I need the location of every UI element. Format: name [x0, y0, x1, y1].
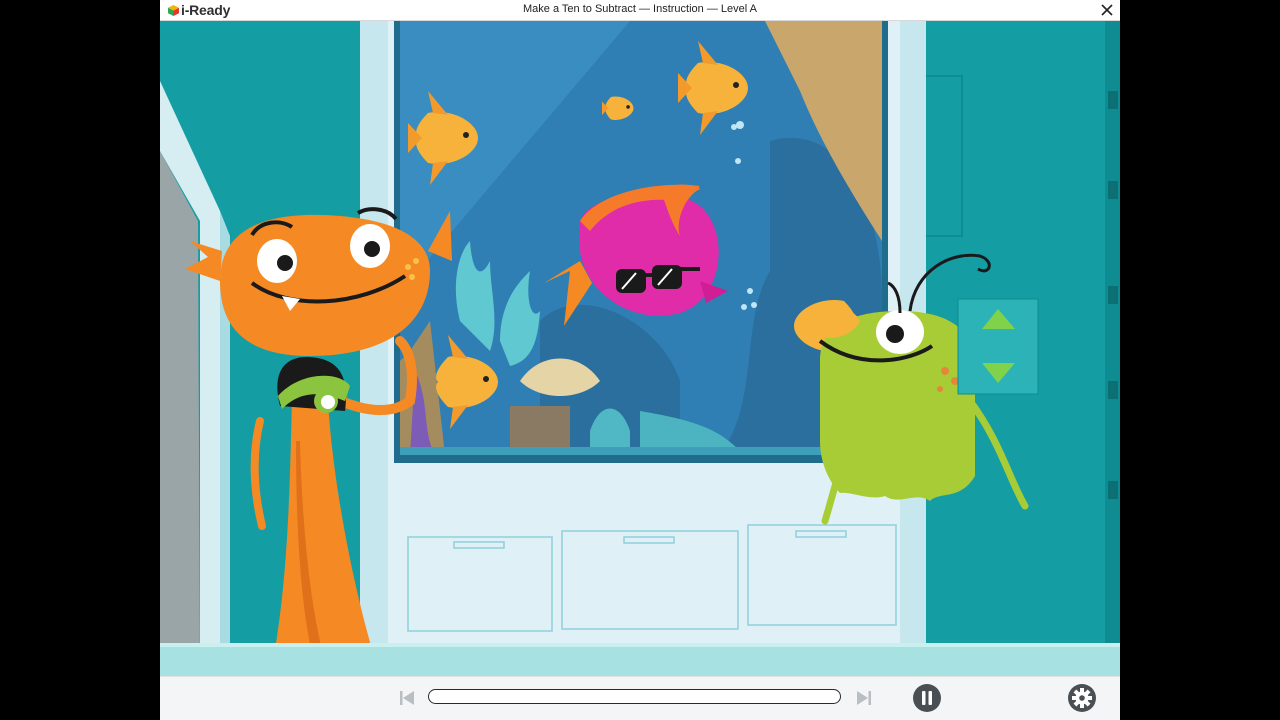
gear-icon[interactable] — [1067, 683, 1097, 713]
iready-window: i-Ready Make a Ten to Subtract — Instruc… — [160, 0, 1120, 720]
skip-previous-icon[interactable] — [397, 688, 417, 708]
progress-bar[interactable] — [428, 689, 841, 704]
lesson-scene-illustration — [160, 21, 1120, 676]
skip-next-icon[interactable] — [854, 688, 874, 708]
title-bar: i-Ready Make a Ten to Subtract — Instruc… — [160, 0, 1120, 21]
lesson-animation — [160, 21, 1120, 676]
playback-controls — [160, 676, 1120, 720]
close-icon[interactable] — [1098, 1, 1116, 19]
window-title: Make a Ten to Subtract — Instruction — L… — [523, 3, 757, 15]
pause-icon[interactable] — [912, 683, 942, 713]
